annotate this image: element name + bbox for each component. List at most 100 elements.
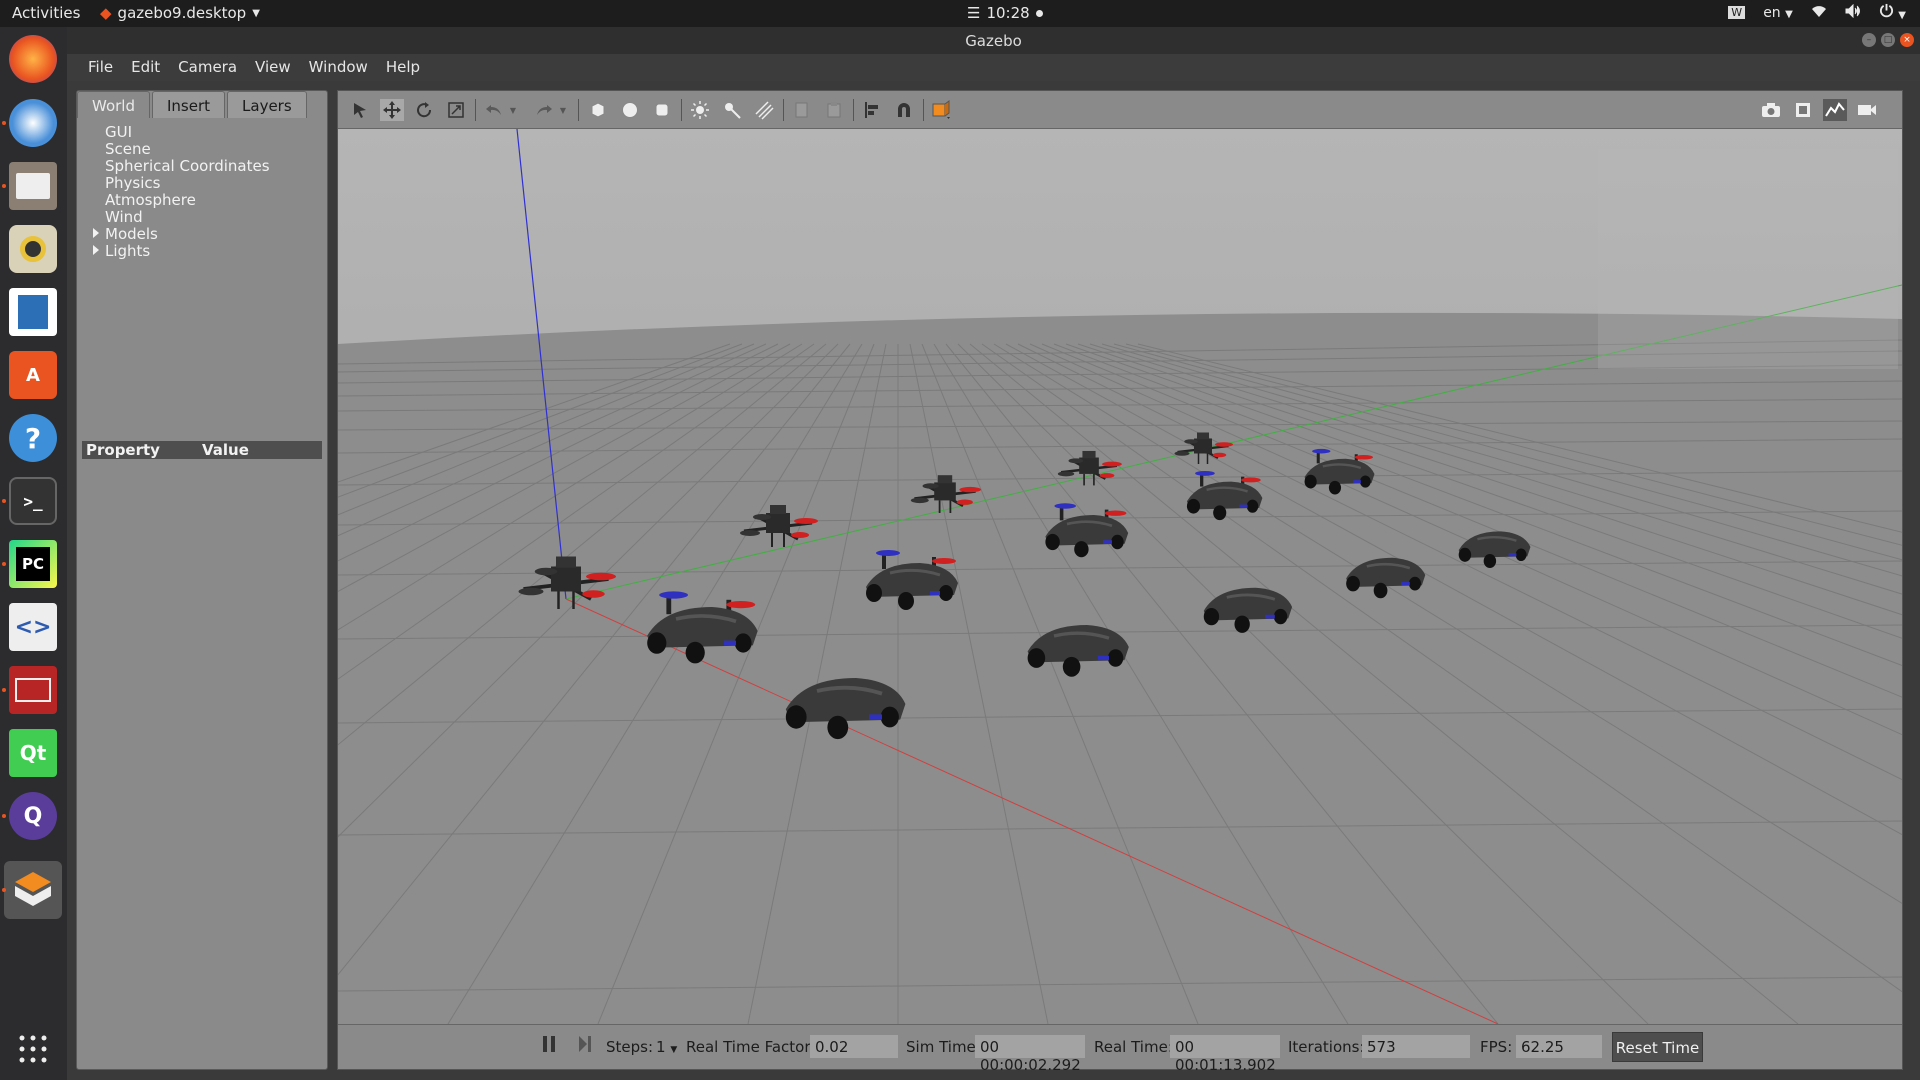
expand-arrow-icon[interactable] xyxy=(93,228,99,238)
scale-mode-icon[interactable] xyxy=(444,99,468,121)
menu-view[interactable]: View xyxy=(246,54,300,81)
steps-selector[interactable]: 1 ▼ xyxy=(656,1038,677,1056)
menu-window[interactable]: Window xyxy=(300,54,377,81)
tree-item-wind[interactable]: Wind xyxy=(105,208,143,226)
value-column-header: Value xyxy=(202,441,249,459)
app-menu[interactable]: ◆ gazebo9.desktop ▼ xyxy=(100,4,260,22)
tree-item-label: Atmosphere xyxy=(105,191,196,209)
point-light-icon[interactable] xyxy=(688,99,712,121)
steps-value: 1 xyxy=(656,1038,666,1056)
box-shape-icon[interactable] xyxy=(586,99,610,121)
step-button[interactable] xyxy=(578,1035,592,1057)
chevron-down-icon: ▼ xyxy=(670,1045,678,1055)
code-icon[interactable]: <> xyxy=(9,603,57,651)
minimize-button[interactable]: – xyxy=(1862,33,1876,47)
real-time-label: Real Time: xyxy=(1094,1038,1173,1056)
video-record-icon[interactable] xyxy=(1855,99,1879,121)
firefox-icon[interactable] xyxy=(9,35,57,83)
menu-help[interactable]: Help xyxy=(377,54,429,81)
redo-icon[interactable] xyxy=(532,99,556,121)
tab-layers[interactable]: Layers xyxy=(227,91,307,118)
window-titlebar[interactable]: Gazebo – □ × xyxy=(67,27,1920,54)
tree-item-scene[interactable]: Scene xyxy=(105,140,151,158)
undo-icon[interactable] xyxy=(482,99,506,121)
tree-item-gui[interactable]: GUI xyxy=(105,123,132,141)
notification-dot xyxy=(1035,9,1043,17)
running-indicator xyxy=(2,184,6,188)
redo-history-chevron-icon[interactable]: ▼ xyxy=(556,99,570,121)
align-icon[interactable] xyxy=(860,99,884,121)
screenshot-icon[interactable] xyxy=(1759,99,1783,121)
system-tray: W en ▼ ▼ xyxy=(1728,3,1906,22)
tab-insert[interactable]: Insert xyxy=(152,91,226,118)
wifi-icon[interactable] xyxy=(1811,4,1827,22)
log-icon[interactable] xyxy=(1791,99,1815,121)
undo-history-chevron-icon[interactable]: ▼ xyxy=(506,99,520,121)
notification-icon: ☰ xyxy=(967,4,981,22)
files-icon[interactable] xyxy=(9,162,57,210)
tree-item-atmosphere[interactable]: Atmosphere xyxy=(105,191,196,209)
copy-icon[interactable] xyxy=(790,99,814,121)
writer-icon[interactable] xyxy=(9,288,57,336)
left-panel: World Insert Layers GUI Scene Spherical … xyxy=(76,90,328,1070)
tree-item-label: Models xyxy=(105,225,158,243)
view-angle-icon[interactable] xyxy=(930,99,954,121)
qgroundcontrol-icon[interactable]: Q xyxy=(9,792,57,840)
clock[interactable]: ☰ 10:28 xyxy=(967,4,1043,22)
steps-label: Steps: xyxy=(606,1038,654,1056)
chevron-down-icon: ▼ xyxy=(1898,10,1906,21)
tree-item-models[interactable]: Models xyxy=(93,225,158,243)
pause-button[interactable] xyxy=(542,1035,556,1057)
directional-light-icon[interactable] xyxy=(752,99,776,121)
menu-camera[interactable]: Camera xyxy=(169,54,246,81)
tree-item-physics[interactable]: Physics xyxy=(105,174,161,192)
help-icon[interactable]: ? xyxy=(9,414,57,462)
paste-icon[interactable] xyxy=(822,99,846,121)
rtf-label: Real Time Factor: xyxy=(686,1038,816,1056)
gazebo-icon[interactable] xyxy=(4,861,62,919)
expand-arrow-icon[interactable] xyxy=(93,245,99,255)
volume-icon[interactable] xyxy=(1845,3,1861,22)
maximize-button[interactable]: □ xyxy=(1881,33,1895,47)
cylinder-shape-icon[interactable] xyxy=(650,99,674,121)
tab-world[interactable]: World xyxy=(77,91,150,118)
top-bar: Activities ◆ gazebo9.desktop ▼ ☰ 10:28 W… xyxy=(0,0,1920,27)
rhythmbox-icon[interactable] xyxy=(9,225,57,273)
plot-icon[interactable] xyxy=(1823,99,1847,121)
thunderbird-icon[interactable] xyxy=(9,99,57,147)
spot-light-icon[interactable] xyxy=(720,99,744,121)
tree-item-label: Scene xyxy=(105,140,151,158)
3d-scene[interactable] xyxy=(338,129,1902,1024)
property-table-header: Property Value xyxy=(82,441,322,459)
menu-bar: File Edit Camera View Window Help xyxy=(67,54,1920,81)
toolbar-separator xyxy=(923,99,924,121)
language-indicator[interactable]: en ▼ xyxy=(1763,5,1793,21)
select-mode-icon[interactable] xyxy=(348,99,372,121)
terminal-icon[interactable]: >_ xyxy=(9,477,57,525)
software-icon[interactable]: A xyxy=(9,351,57,399)
activities-button[interactable]: Activities xyxy=(12,4,80,22)
translate-mode-icon[interactable] xyxy=(380,99,404,121)
tree-item-lights[interactable]: Lights xyxy=(93,242,150,260)
rotate-mode-icon[interactable] xyxy=(412,99,436,121)
rtf-value: 0.02 xyxy=(815,1038,849,1056)
qt-icon[interactable]: Qt xyxy=(9,729,57,777)
iterations-field: 573 xyxy=(1362,1035,1470,1058)
sim-time-value: 00 00:00:02.292 xyxy=(980,1038,1081,1074)
indicator-icon[interactable]: W xyxy=(1728,6,1746,19)
toolbar-separator xyxy=(578,99,579,121)
tree-item-label: Physics xyxy=(105,174,161,192)
reset-time-button[interactable]: Reset Time xyxy=(1612,1032,1703,1062)
menu-edit[interactable]: Edit xyxy=(122,54,169,81)
menu-file[interactable]: File xyxy=(79,54,122,81)
pycharm-icon[interactable]: PC xyxy=(9,540,57,588)
render-viewport: ▼ ▼ Steps: 1 ▼ Real Time Factor: 0.02 Si… xyxy=(337,90,1903,1074)
sim-time-label: Sim Time: xyxy=(906,1038,981,1056)
snap-icon[interactable] xyxy=(892,99,916,121)
power-icon[interactable]: ▼ xyxy=(1879,3,1906,22)
sphere-shape-icon[interactable] xyxy=(618,99,642,121)
tree-item-spherical-coordinates[interactable]: Spherical Coordinates xyxy=(105,157,270,175)
close-button[interactable]: × xyxy=(1900,33,1914,47)
app-grid-icon[interactable] xyxy=(9,1025,57,1073)
red-app-icon[interactable] xyxy=(9,666,57,714)
